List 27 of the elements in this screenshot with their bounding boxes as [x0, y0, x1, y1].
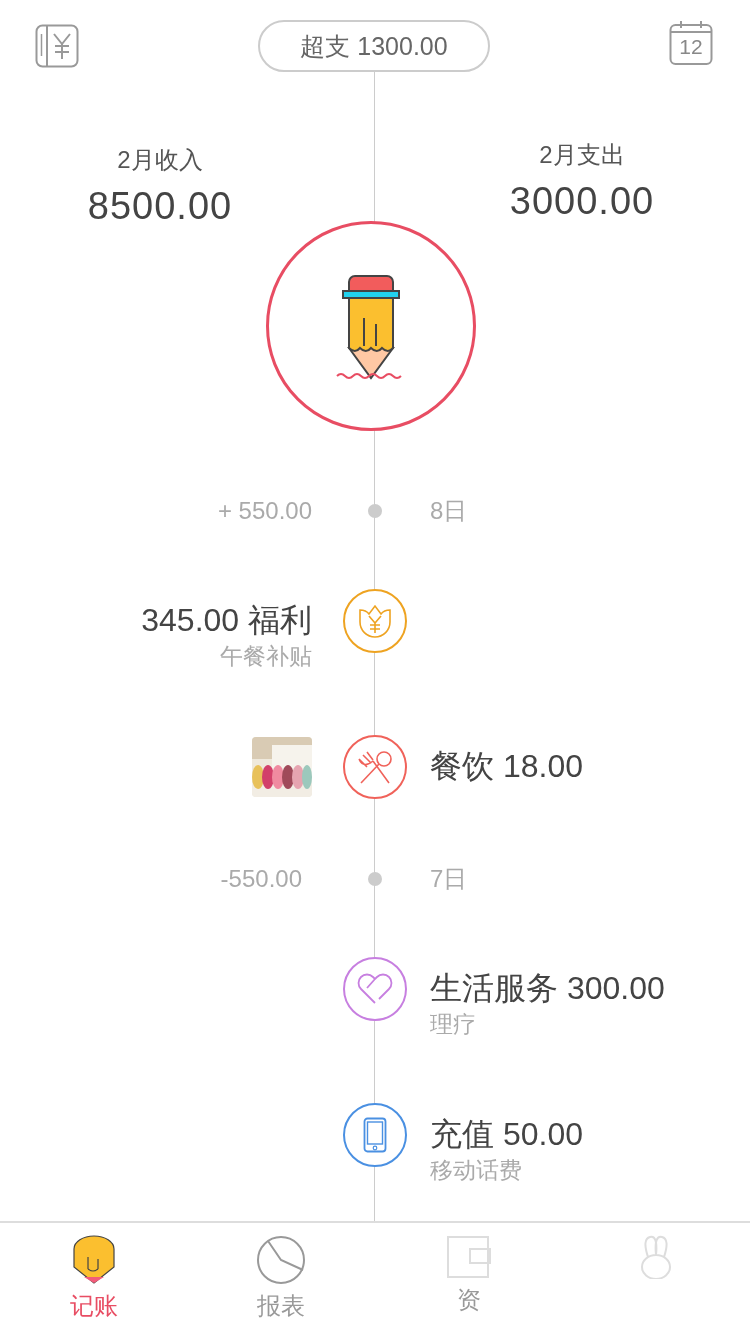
ledger-icon[interactable] — [35, 24, 79, 68]
tab-item[interactable]: 资 — [375, 1223, 563, 1334]
pie-chart-icon — [256, 1235, 307, 1285]
yen-flower-icon — [357, 604, 393, 638]
fork-spoon-icon — [355, 749, 395, 785]
entry-title: 生活服务 300.00 — [430, 969, 665, 1008]
entry-note: 午餐补贴 — [219, 642, 312, 671]
expense-amount: 3000.00 — [508, 179, 656, 224]
tab-item[interactable]: 报表 — [187, 1223, 375, 1334]
income-label: 2月收入 — [116, 145, 204, 175]
wallet-icon — [445, 1235, 492, 1279]
pencil-icon — [71, 1235, 116, 1285]
expense-label: 2月支出 — [538, 140, 626, 170]
date-text: 7日 — [430, 865, 468, 892]
tab-item[interactable]: 记账 — [0, 1223, 188, 1334]
entry-title: 345.00 福利 — [141, 601, 312, 640]
phone-icon — [363, 1117, 387, 1153]
amount-text: -550.00 — [220, 864, 302, 894]
entry-note: 理疗 — [430, 1010, 477, 1039]
amount-text: + 550.00 — [217, 496, 312, 526]
entry-title: 餐饮 18.00 — [430, 747, 583, 786]
heart-icon — [356, 972, 394, 1006]
income-amount: 8500.00 — [86, 184, 234, 229]
entry-note: 移动话费 — [430, 1156, 523, 1185]
entry-title: 充值 50.00 — [430, 1115, 583, 1154]
overspend-pill: 超支 1300.00 — [258, 20, 490, 72]
date-text: 8日 — [430, 497, 468, 524]
